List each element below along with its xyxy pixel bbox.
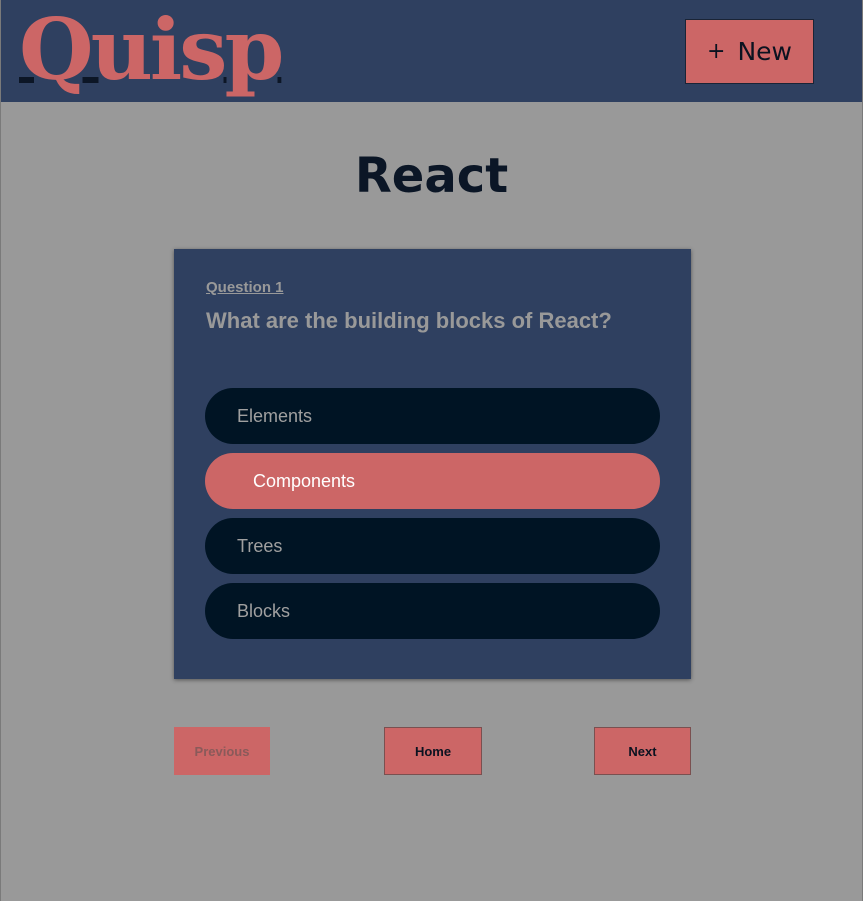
home-button[interactable]: Home (384, 727, 482, 775)
answer-option-label: Blocks (237, 600, 291, 621)
question-number: Question 1 (206, 279, 284, 296)
plus-icon: + (707, 39, 726, 64)
previous-button[interactable]: Previous (174, 727, 270, 775)
answer-option-elements[interactable]: Elements (205, 388, 660, 444)
page-title: React (354, 148, 509, 204)
app-logo[interactable]: Quisp (19, 2, 284, 100)
new-quiz-button[interactable]: + New (685, 19, 814, 84)
question-text: What are the building blocks of React? (206, 308, 612, 333)
answer-option-components[interactable]: Components (205, 453, 660, 509)
new-button-label: New (737, 37, 792, 66)
answer-option-trees[interactable]: Trees (205, 518, 660, 574)
answer-option-label: Elements (237, 405, 313, 426)
question-card: Question 1 What are the building blocks … (174, 249, 691, 679)
app-header: Quisp + New (1, 0, 862, 102)
answer-option-blocks[interactable]: Blocks (205, 583, 660, 639)
answer-option-label: Components (253, 470, 356, 491)
answer-option-label: Trees (237, 535, 283, 556)
next-button[interactable]: Next (594, 727, 691, 775)
